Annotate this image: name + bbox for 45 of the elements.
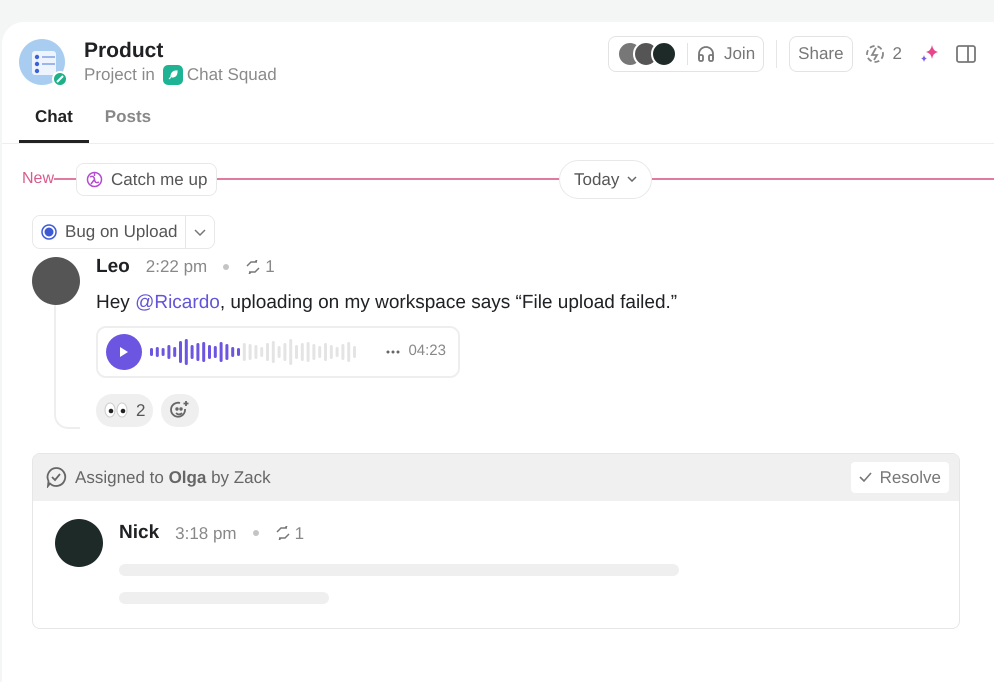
author-name: Leo	[96, 254, 130, 278]
assignment-text: Assigned to Olga by Zack	[75, 466, 271, 489]
play-button[interactable]	[106, 334, 142, 370]
new-messages-label: New	[22, 169, 54, 190]
chevron-down-icon	[194, 229, 206, 236]
eyes-icon	[104, 402, 128, 418]
thread-title-chip[interactable]: Bug on Upload	[32, 215, 216, 248]
separator-dot-icon	[223, 264, 230, 270]
resolve-button[interactable]: Resolve	[850, 462, 949, 493]
reaction-chip[interactable]: 2	[96, 394, 154, 427]
check-icon	[858, 472, 872, 482]
timestamp: 3:18 pm	[175, 522, 237, 544]
status-dot-icon	[41, 224, 57, 240]
message-text: Hey @Ricardo, uploading on my workspace says “File upload failed.”	[96, 291, 678, 315]
replies-icon	[245, 260, 262, 274]
subtitle: Project in	[84, 64, 155, 86]
space-icon	[162, 64, 183, 85]
join-call-button[interactable]: Join	[608, 36, 764, 72]
author-name: Nick	[119, 521, 160, 545]
user-mention[interactable]: @Ricardo	[135, 292, 220, 313]
tab[interactable]: Chat	[19, 96, 89, 142]
ai-count-button[interactable]: 2	[864, 41, 902, 67]
reply-count[interactable]: 1	[245, 254, 275, 280]
more-icon[interactable]	[386, 350, 400, 354]
share-button[interactable]: Share	[789, 36, 853, 72]
chevron-down-icon	[627, 176, 638, 182]
reply-count[interactable]: 1	[274, 520, 304, 546]
add-reaction-button[interactable]	[161, 394, 200, 427]
replies-icon	[274, 526, 291, 540]
sidebar-toggle-icon[interactable]	[956, 45, 976, 63]
play-icon	[119, 346, 129, 358]
avatar	[32, 256, 80, 304]
list-icon	[18, 38, 68, 88]
avatar	[55, 519, 103, 567]
page-title: Product	[84, 38, 164, 62]
comment-check-icon	[45, 466, 67, 488]
timestamp: 2:22 pm	[146, 256, 208, 278]
sparkle-circle-icon	[864, 44, 885, 64]
catch-me-up-button[interactable]: Catch me up	[76, 162, 218, 196]
headphones-icon	[696, 44, 716, 64]
space-link[interactable]: Chat Squad	[186, 62, 277, 88]
audio-duration: 04:23	[408, 341, 446, 362]
tab[interactable]: Posts	[88, 96, 168, 142]
date-dropdown[interactable]: Today	[559, 160, 652, 199]
separator-dot-icon	[252, 530, 259, 536]
